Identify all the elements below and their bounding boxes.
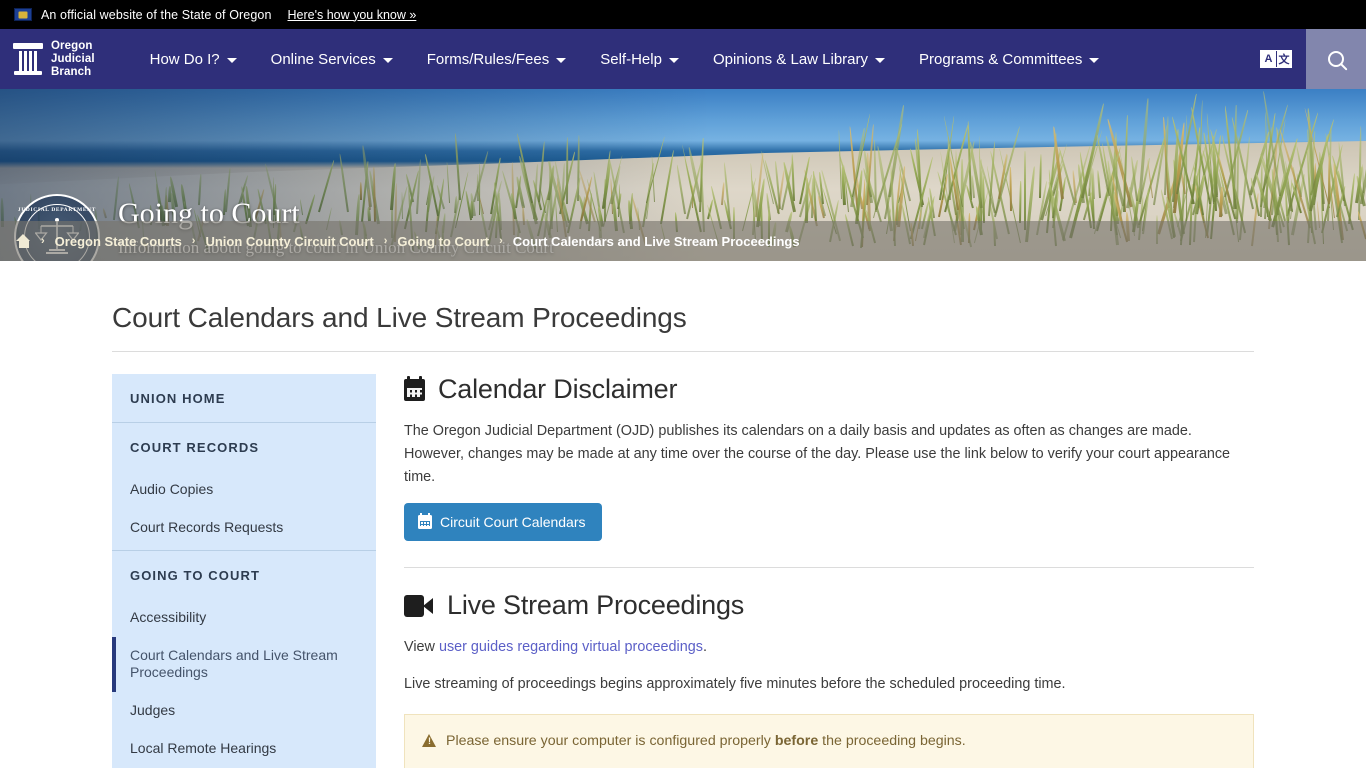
oregon-state-flag-icon bbox=[14, 8, 32, 21]
calendar-disclaimer-paragraph: The Oregon Judicial Department (OJD) pub… bbox=[404, 423, 1231, 485]
sidebar-item-union-home[interactable]: UNION HOME bbox=[112, 374, 376, 422]
page-body: Court Calendars and Live Stream Proceedi… bbox=[0, 261, 1366, 768]
translate-icon-cjk: 文 bbox=[1276, 51, 1291, 67]
state-official-banner: An official website of the State of Oreg… bbox=[0, 0, 1366, 29]
nav-item-label: Self-Help bbox=[600, 50, 662, 68]
sidebar-item-court-records-requests[interactable]: Court Records Requests bbox=[112, 509, 376, 550]
brand-line-3: Branch bbox=[51, 65, 92, 78]
breadcrumb-separator: › bbox=[383, 235, 388, 247]
sidebar-item-judges[interactable]: Judges bbox=[112, 692, 376, 730]
breadcrumb: › Oregon State Courts › Union County Cir… bbox=[0, 221, 1366, 261]
nav-item-opinions-law-library[interactable]: Opinions & Law Library bbox=[696, 29, 902, 89]
chevron-down-icon bbox=[556, 57, 567, 63]
content-columns: UNION HOME COURT RECORDS Audio Copies Co… bbox=[112, 352, 1254, 768]
nav-item-forms-rules-fees[interactable]: Forms/Rules/Fees bbox=[410, 29, 584, 89]
alert-warning-bold: before bbox=[774, 733, 819, 749]
breadcrumb-item-current: Court Calendars and Live Stream Proceedi… bbox=[512, 233, 800, 249]
nav-item-programs-committees[interactable]: Programs & Committees bbox=[902, 29, 1116, 89]
brand-line-2: Judicial bbox=[51, 52, 95, 65]
greek-column-icon bbox=[13, 41, 43, 77]
translate-icon-latin: A bbox=[1261, 51, 1276, 67]
breadcrumb-item-oregon-state-courts[interactable]: Oregon State Courts bbox=[55, 234, 182, 249]
calendar-disclaimer-heading-text: Calendar Disclaimer bbox=[438, 374, 678, 404]
translate-button[interactable]: A 文 bbox=[1246, 29, 1306, 89]
nav-item-label: Programs & Committees bbox=[919, 50, 1083, 68]
live-stream-proceedings-heading: Live Stream Proceedings bbox=[404, 590, 1254, 621]
sidebar-item-audio-copies[interactable]: Audio Copies bbox=[112, 471, 376, 509]
live-stream-timing-paragraph: Live streaming of proceedings begins app… bbox=[404, 676, 1066, 692]
circuit-court-calendars-button[interactable]: Circuit Court Calendars bbox=[404, 503, 602, 541]
circuit-court-calendars-button-label: Circuit Court Calendars bbox=[440, 514, 586, 530]
breadcrumb-separator: › bbox=[41, 235, 45, 247]
sidebar-navigation: UNION HOME COURT RECORDS Audio Copies Co… bbox=[112, 374, 376, 768]
page-title: Court Calendars and Live Stream Proceedi… bbox=[112, 261, 1254, 352]
brand-line-1: Oregon bbox=[51, 39, 93, 52]
user-guides-suffix: . bbox=[702, 639, 707, 655]
sidebar-section-union-home: UNION HOME bbox=[112, 374, 376, 422]
breadcrumb-item-going-to-court[interactable]: Going to Court bbox=[397, 234, 489, 249]
chevron-down-icon bbox=[1089, 57, 1100, 63]
chevron-down-icon bbox=[382, 57, 393, 63]
main-content: Calendar Disclaimer The Oregon Judicial … bbox=[404, 374, 1254, 768]
chevron-down-icon bbox=[875, 57, 886, 63]
oregon-judicial-branch-logo[interactable]: Oregon Judicial Branch bbox=[0, 29, 109, 89]
live-stream-alert-box: Please ensure your computer is configure… bbox=[404, 714, 1254, 768]
video-camera-icon bbox=[404, 594, 434, 617]
sidebar-item-local-remote-hearings[interactable]: Local Remote Hearings bbox=[112, 730, 376, 768]
hero-banner: JUDICIAL DEPARTMENT STATE OF OREGON Goin… bbox=[0, 89, 1366, 261]
brand-text: Oregon Judicial Branch bbox=[51, 40, 95, 79]
nav-item-how-do-i[interactable]: How Do I? bbox=[133, 29, 254, 89]
seal-top-text: JUDICIAL DEPARTMENT bbox=[17, 207, 97, 213]
alert-warning-text: Please ensure your computer is configure… bbox=[446, 729, 966, 753]
nav-item-label: How Do I? bbox=[149, 50, 220, 68]
user-guides-link[interactable]: user guides regarding virtual proceeding… bbox=[439, 639, 703, 655]
nav-item-label: Forms/Rules/Fees bbox=[426, 50, 550, 68]
alert-warning-row: Please ensure your computer is configure… bbox=[422, 729, 1236, 753]
translate-icon: A 文 bbox=[1260, 50, 1292, 68]
alert-warning-suffix: the proceeding begins. bbox=[818, 733, 966, 749]
calendar-icon bbox=[404, 375, 425, 401]
live-stream-heading-text: Live Stream Proceedings bbox=[447, 590, 745, 620]
nav-item-label: Online Services bbox=[270, 50, 376, 68]
search-button[interactable] bbox=[1306, 29, 1366, 89]
sidebar-heading-court-records[interactable]: COURT RECORDS bbox=[112, 423, 376, 471]
heres-how-you-know-link[interactable]: Here's how you know » bbox=[288, 8, 417, 22]
state-banner-text: An official website of the State of Oreg… bbox=[41, 7, 272, 22]
calendar-icon bbox=[418, 513, 432, 529]
sidebar-item-court-calendars-and-live-stream-proceedings[interactable]: Court Calendars and Live Stream Proceedi… bbox=[112, 637, 376, 692]
user-guides-prefix: View bbox=[404, 639, 439, 655]
sidebar-heading-going-to-court[interactable]: GOING TO COURT bbox=[112, 551, 376, 599]
alert-warning-prefix: Please ensure your computer is configure… bbox=[446, 733, 775, 749]
nav-item-label: Opinions & Law Library bbox=[712, 50, 869, 68]
sidebar-item-accessibility[interactable]: Accessibility bbox=[112, 599, 376, 637]
breadcrumb-separator: › bbox=[191, 235, 196, 247]
warning-triangle-icon bbox=[422, 734, 437, 748]
home-icon[interactable] bbox=[16, 234, 31, 248]
breadcrumb-separator: › bbox=[499, 235, 503, 247]
chevron-down-icon bbox=[668, 57, 679, 63]
nav-item-online-services[interactable]: Online Services bbox=[254, 29, 410, 89]
sidebar-section-going-to-court: GOING TO COURT Accessibility Court Calen… bbox=[112, 550, 376, 768]
breadcrumb-item-union-county-circuit-court[interactable]: Union County Circuit Court bbox=[205, 234, 373, 249]
main-navigation-bar: Oregon Judicial Branch How Do I? Online … bbox=[0, 29, 1366, 89]
user-guides-line: View user guides regarding virtual proce… bbox=[404, 636, 1254, 659]
nav-item-self-help[interactable]: Self-Help bbox=[583, 29, 696, 89]
calendar-disclaimer-heading: Calendar Disclaimer bbox=[404, 374, 1254, 405]
search-icon bbox=[1328, 51, 1344, 67]
sidebar-section-court-records: COURT RECORDS Audio Copies Court Records… bbox=[112, 422, 376, 550]
section-divider bbox=[404, 567, 1254, 568]
chevron-down-icon bbox=[226, 57, 237, 63]
nav-menu: How Do I? Online Services Forms/Rules/Fe… bbox=[109, 29, 1246, 89]
